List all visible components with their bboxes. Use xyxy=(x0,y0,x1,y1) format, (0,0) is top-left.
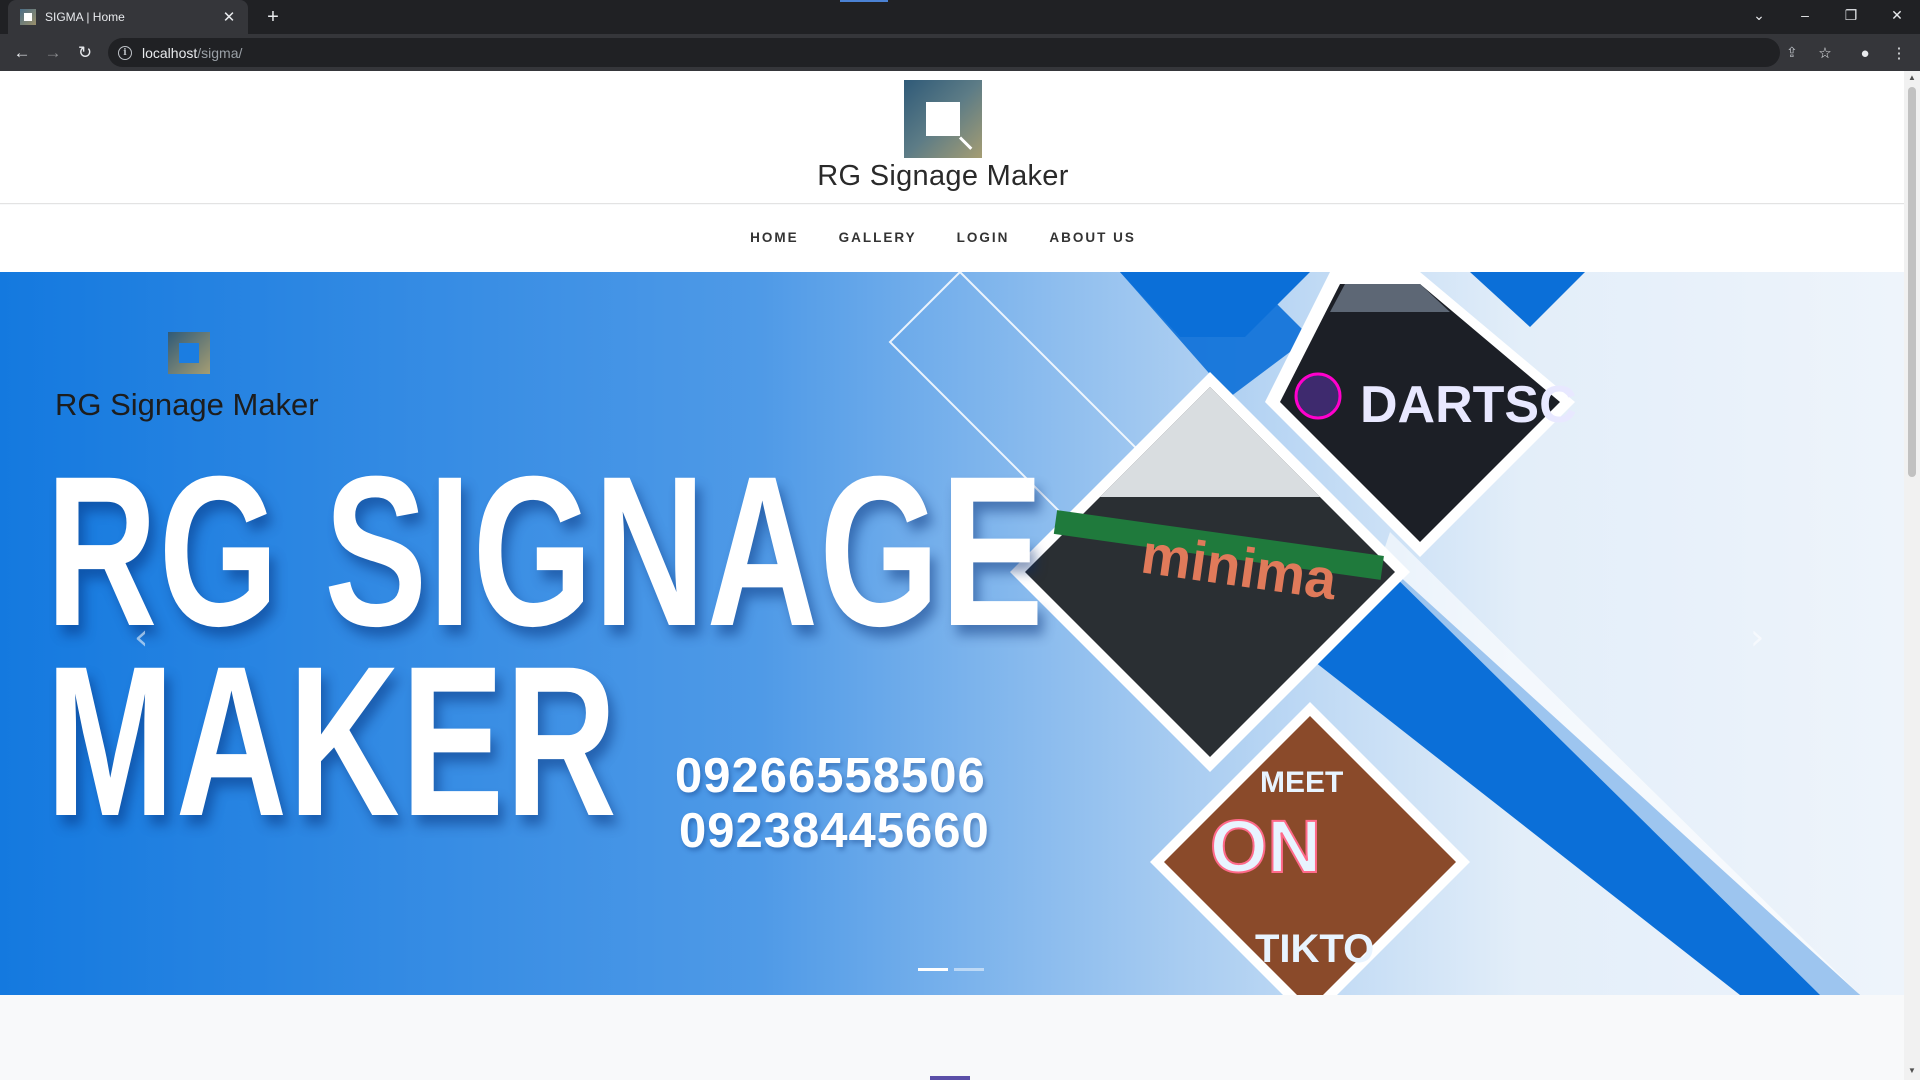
back-arrow-icon[interactable]: ← xyxy=(9,40,35,66)
profile-icon[interactable]: ● xyxy=(1852,40,1878,66)
menu-kebab-icon[interactable]: ⋮ xyxy=(1886,40,1912,66)
loading-indicator xyxy=(840,0,888,2)
brand-name[interactable]: RG Signage Maker xyxy=(0,160,1886,193)
brand-logo-icon[interactable] xyxy=(904,80,982,158)
tab-close-icon[interactable]: ✕ xyxy=(220,8,238,26)
hero-brand-name: RG Signage Maker xyxy=(55,387,319,422)
close-window-icon[interactable]: ✕ xyxy=(1874,0,1920,30)
carousel-prev-icon[interactable]: ‹ xyxy=(134,617,148,658)
site-favicon-icon xyxy=(20,9,36,25)
scroll-up-icon[interactable]: ▲ xyxy=(1908,73,1916,82)
svg-text:TIKTO: TIKTO xyxy=(1255,927,1374,971)
site-header: RG Signage Maker xyxy=(0,71,1904,204)
tab-title: SIGMA | Home xyxy=(45,10,125,24)
page-viewport: RG Signage Maker HOME GALLERY LOGIN ABOU… xyxy=(0,71,1904,1080)
browser-tab[interactable]: SIGMA | Home ✕ xyxy=(8,0,248,34)
hero-logo-icon xyxy=(168,332,210,374)
hero-carousel: DARTSC minima ON MEET TIKTO RG Signage M… xyxy=(0,272,1904,995)
carousel-next-icon[interactable]: › xyxy=(1750,617,1764,658)
bookmark-star-icon[interactable]: ☆ xyxy=(1812,40,1838,66)
svg-text:MEET: MEET xyxy=(1260,766,1343,799)
hero-phone-2: 09238445660 xyxy=(679,804,990,858)
browser-tab-strip: SIGMA | Home ✕ + ⌄ – ❐ ✕ xyxy=(0,0,1920,34)
carousel-indicators xyxy=(918,968,984,971)
minimize-icon[interactable]: – xyxy=(1782,0,1828,30)
address-bar[interactable]: i localhost /sigma/ ⇪ xyxy=(108,38,1798,67)
svg-text:DARTSC: DARTSC xyxy=(1360,376,1577,434)
hero-phone-1: 09266558506 xyxy=(675,749,986,803)
nav-about-us[interactable]: ABOUT US xyxy=(1049,230,1136,245)
scroll-thumb[interactable] xyxy=(1908,87,1916,477)
new-tab-button[interactable]: + xyxy=(260,4,286,30)
site-info-icon[interactable]: i xyxy=(118,45,132,60)
nav-home[interactable]: HOME xyxy=(750,230,799,245)
svg-text:ON: ON xyxy=(1210,805,1321,888)
url-host: localhost xyxy=(142,44,198,61)
scroll-down-icon[interactable]: ▼ xyxy=(1908,1066,1916,1075)
main-navigation: HOME GALLERY LOGIN ABOUT US xyxy=(0,205,1904,272)
reload-icon[interactable]: ↻ xyxy=(72,40,98,66)
tab-search-icon[interactable]: ⌄ xyxy=(1736,0,1782,30)
page-scrollbar[interactable]: ▲ ▼ xyxy=(1904,71,1920,1080)
page-bottom-marker xyxy=(930,1076,970,1080)
hero-title-line1: RG SIGNAGE xyxy=(46,432,1045,671)
restore-icon[interactable]: ❐ xyxy=(1828,0,1874,30)
url-path: /sigma/ xyxy=(197,44,243,61)
forward-arrow-icon[interactable]: → xyxy=(40,40,66,66)
share-icon[interactable]: ⇪ xyxy=(1786,44,1798,61)
carousel-indicator-1[interactable] xyxy=(918,968,948,971)
browser-toolbar: ← → ↻ i localhost /sigma/ ⇪ ☆ ● ⋮ xyxy=(0,34,1920,71)
nav-gallery[interactable]: GALLERY xyxy=(839,230,917,245)
nav-login[interactable]: LOGIN xyxy=(957,230,1010,245)
carousel-indicator-2[interactable] xyxy=(954,968,984,971)
